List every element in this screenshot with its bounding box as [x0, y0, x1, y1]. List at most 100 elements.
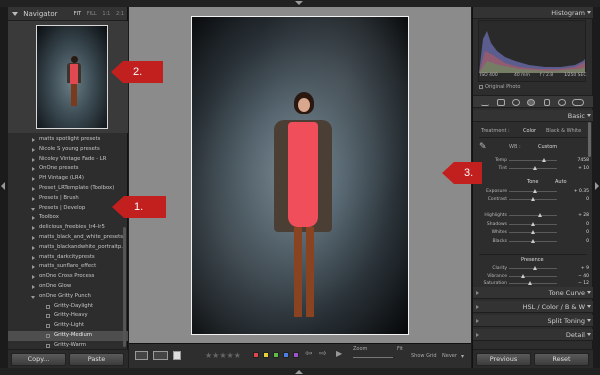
- zoom-slider[interactable]: [353, 357, 393, 358]
- zoom-fit[interactable]: FIT: [74, 11, 81, 17]
- auto-tone-button[interactable]: Auto: [555, 179, 567, 185]
- spot-removal-icon[interactable]: [512, 99, 520, 106]
- copy-button[interactable]: Copy...: [11, 353, 66, 366]
- slider-knob[interactable]: [541, 158, 546, 162]
- slider-knob[interactable]: [528, 281, 533, 285]
- preset-item[interactable]: Gritty-Medium: [8, 330, 128, 341]
- preset-folder[interactable]: matts_darkcityprests: [8, 253, 128, 263]
- slider-track[interactable]: [509, 215, 557, 216]
- preset-folder[interactable]: Presets | Develop: [8, 204, 128, 214]
- slideshow-play-icon[interactable]: ▶: [336, 349, 342, 358]
- basic-header[interactable]: Basic: [473, 110, 593, 122]
- slider-shadows[interactable]: Shadows 0: [473, 221, 593, 228]
- preset-folder[interactable]: Nicole S young presets: [8, 145, 128, 155]
- slider-knob[interactable]: [533, 166, 538, 170]
- slider-blacks[interactable]: Blacks 0: [473, 238, 593, 245]
- slider-track[interactable]: [509, 160, 557, 161]
- slider-track[interactable]: [509, 275, 557, 277]
- reset-button[interactable]: Reset: [534, 353, 589, 366]
- slider-saturation[interactable]: Saturation − 12: [473, 280, 593, 287]
- zoom-1-1[interactable]: 1:1: [102, 11, 110, 17]
- slider-highlights[interactable]: Highlights + 28: [473, 212, 593, 219]
- preset-folder[interactable]: OnOne presets: [8, 164, 128, 174]
- color-label-swatch[interactable]: [283, 352, 289, 358]
- grid-overlay-icon[interactable]: [481, 99, 489, 106]
- before-after-view-icon[interactable]: [153, 351, 168, 360]
- preset-folder[interactable]: matts_blackandwhite_portraitp...: [8, 243, 128, 253]
- slider-clarity[interactable]: Clarity + 9: [473, 265, 593, 272]
- slider-knob[interactable]: [531, 221, 535, 226]
- preset-folder[interactable]: Nicoley Vintage Fade - LR: [8, 155, 128, 165]
- histogram-header[interactable]: Histogram: [473, 7, 593, 19]
- adjustment-brush-icon[interactable]: [572, 99, 584, 106]
- slider-knob[interactable]: [533, 189, 538, 193]
- left-scrollbar[interactable]: [123, 227, 126, 347]
- color-label-swatch[interactable]: [263, 352, 269, 358]
- preset-folder[interactable]: PH Vintage (LR4): [8, 174, 128, 184]
- slider-value[interactable]: 0: [571, 229, 589, 236]
- left-panel-toggle-icon[interactable]: [1, 182, 5, 190]
- top-panel-toggle[interactable]: [0, 0, 600, 7]
- slider-value[interactable]: + 0.35: [571, 188, 589, 195]
- preset-folder[interactable]: matts_black_and_white_presets: [8, 233, 128, 243]
- slider-knob[interactable]: [531, 230, 535, 234]
- right-scrollbar[interactable]: [588, 122, 591, 157]
- color-label-swatch[interactable]: [253, 352, 259, 358]
- slider-temp[interactable]: Temp 7458: [473, 157, 593, 164]
- slider-knob[interactable]: [533, 266, 538, 270]
- slider-value[interactable]: + 9: [571, 265, 589, 272]
- show-grid-select[interactable]: Never: [442, 353, 457, 359]
- preset-folder[interactable]: matts spotlight presets: [8, 135, 128, 145]
- navigator-preview[interactable]: [8, 21, 128, 133]
- preset-item[interactable]: Gritty-Light: [8, 321, 128, 331]
- slider-tint[interactable]: Tint + 10: [473, 165, 593, 172]
- preset-folder[interactable]: Toolbox: [8, 213, 128, 223]
- split-toning-header[interactable]: Split Toning: [473, 315, 593, 327]
- loupe-view-icon[interactable]: [135, 351, 148, 360]
- tone-curve-header[interactable]: Tone Curve: [473, 287, 593, 299]
- slider-value[interactable]: + 10: [571, 165, 589, 172]
- preset-folder[interactable]: onOne Cross Process: [8, 272, 128, 282]
- crop-tool-icon[interactable]: [497, 99, 505, 106]
- navigator-header[interactable]: Navigator FIT FILL 1:1 2:1: [8, 7, 127, 21]
- main-photo[interactable]: [191, 16, 409, 335]
- slider-contrast[interactable]: Contrast 0: [473, 196, 593, 203]
- detail-header[interactable]: Detail: [473, 329, 593, 341]
- color-label-swatch[interactable]: [293, 352, 299, 358]
- hsl-header[interactable]: HSL / Color / B & W: [473, 301, 593, 313]
- slider-knob[interactable]: [537, 213, 542, 217]
- next-photo-icon[interactable]: ⇨: [319, 349, 327, 359]
- color-label-swatch[interactable]: [273, 352, 279, 358]
- star-rating[interactable]: ★★★★★: [205, 351, 241, 360]
- flag-icon[interactable]: [173, 351, 181, 360]
- slider-vibrance[interactable]: Vibrance − 40: [473, 273, 593, 280]
- slider-whites[interactable]: Whites 0: [473, 229, 593, 236]
- red-eye-icon[interactable]: [527, 99, 535, 106]
- original-photo-toggle[interactable]: Original Photo: [479, 84, 520, 90]
- slider-value[interactable]: + 28: [571, 212, 589, 219]
- slider-value[interactable]: 0: [571, 196, 589, 203]
- bottom-panel-toggle[interactable]: [0, 368, 600, 375]
- preset-folder[interactable]: onOne Gritty Punch: [8, 292, 128, 302]
- preset-folder[interactable]: delicious_freebies_lr4-lr5: [8, 223, 128, 233]
- preset-folder[interactable]: Preset_LRTemplate (Toolbox): [8, 184, 128, 194]
- slider-knob[interactable]: [531, 238, 535, 243]
- wb-select[interactable]: Custom: [538, 144, 557, 150]
- slider-knob[interactable]: [531, 197, 535, 201]
- treatment-color-option[interactable]: Color: [523, 128, 536, 134]
- preset-item[interactable]: Gritty-Daylight: [8, 302, 128, 312]
- white-balance-selector-icon[interactable]: ✎: [479, 141, 489, 153]
- slider-knob[interactable]: [521, 273, 526, 278]
- slider-value[interactable]: 7458: [571, 157, 589, 164]
- paste-button[interactable]: Paste: [69, 353, 124, 366]
- toolbar-menu-chevron-icon[interactable]: ▾: [461, 353, 464, 360]
- treatment-bw-option[interactable]: Black & White: [546, 128, 581, 134]
- radial-filter-icon[interactable]: [558, 99, 566, 106]
- slider-value[interactable]: − 40: [571, 273, 589, 280]
- slider-value[interactable]: 0: [571, 221, 589, 228]
- zoom-fill[interactable]: FILL: [87, 11, 97, 17]
- graduated-filter-icon[interactable]: [544, 99, 550, 106]
- slider-value[interactable]: − 12: [571, 280, 589, 287]
- preset-folder[interactable]: onOne Glow: [8, 282, 128, 292]
- slider-value[interactable]: 0: [571, 238, 589, 245]
